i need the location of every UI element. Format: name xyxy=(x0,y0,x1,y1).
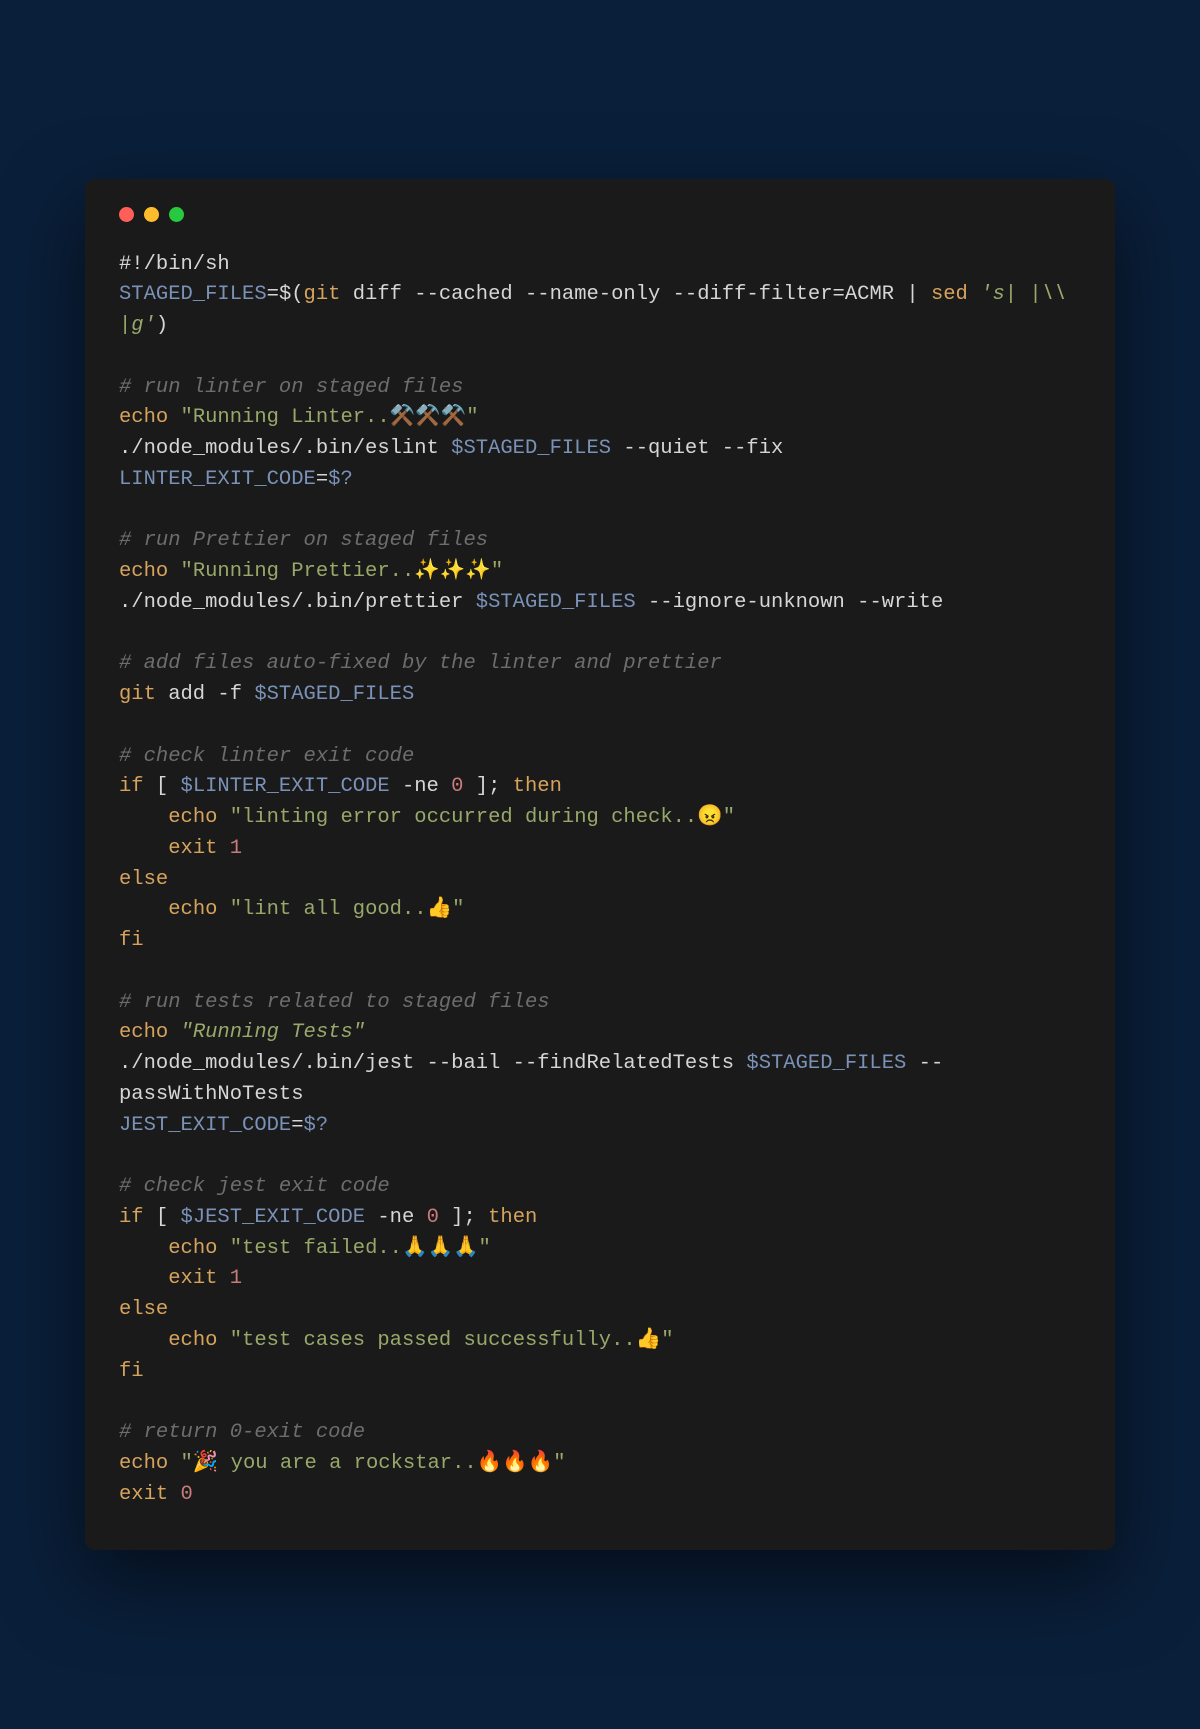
comment-prettier: # run Prettier on staged files xyxy=(119,529,488,552)
var-linter-exit: LINTER_EXIT_CODE xyxy=(119,468,316,491)
op-eq: = xyxy=(267,283,279,306)
eslint-path: ./node_modules/.bin/eslint xyxy=(119,437,451,460)
var-staged-ref: $STAGED_FILES xyxy=(254,683,414,706)
cmd-echo: echo xyxy=(168,1329,217,1352)
num-zero: 0 xyxy=(427,1206,439,1229)
kw-if: if xyxy=(119,775,144,798)
cmd-echo: echo xyxy=(119,1452,168,1475)
op-ne: -ne xyxy=(390,775,452,798)
cmd-echo: echo xyxy=(168,806,217,829)
comment-tests: # run tests related to staged files xyxy=(119,991,550,1014)
var-staged-ref: $STAGED_FILES xyxy=(451,437,611,460)
cmd-sed: sed xyxy=(931,283,968,306)
op-lbracket: [ xyxy=(144,775,181,798)
op-rbracket: ]; xyxy=(439,1206,488,1229)
terminal-window: #!/bin/sh STAGED_FILES=$(git diff --cach… xyxy=(85,179,1115,1551)
op-ne: -ne xyxy=(365,1206,427,1229)
op-eq: = xyxy=(316,468,328,491)
cmd-echo: echo xyxy=(119,1021,168,1044)
num-zero: 0 xyxy=(451,775,463,798)
num-zero: 0 xyxy=(181,1483,193,1506)
var-jest-exit: JEST_EXIT_CODE xyxy=(119,1114,291,1137)
close-icon[interactable] xyxy=(119,207,134,222)
var-qmark: $? xyxy=(304,1114,329,1137)
echo-lint-err: "linting error occurred during check..😠" xyxy=(230,806,735,829)
cmd-echo: echo xyxy=(168,1237,217,1260)
echo-tests: "Running Tests" xyxy=(181,1021,366,1044)
prettier-path: ./node_modules/.bin/prettier xyxy=(119,591,476,614)
kw-if: if xyxy=(119,1206,144,1229)
var-jest-exit-ref: $JEST_EXIT_CODE xyxy=(181,1206,366,1229)
cmd-exit: exit xyxy=(119,1483,168,1506)
kw-then: then xyxy=(513,775,562,798)
kw-else: else xyxy=(119,1298,168,1321)
num-one: 1 xyxy=(230,837,242,860)
var-staged: STAGED_FILES xyxy=(119,283,267,306)
git-diff-flags: diff --cached --name-only --diff-filter=… xyxy=(340,283,894,306)
comment-linter: # run linter on staged files xyxy=(119,376,463,399)
jest-path: ./node_modules/.bin/jest --bail --findRe… xyxy=(119,1052,746,1075)
op-pipe: | xyxy=(894,283,931,306)
op-close: ) xyxy=(156,314,168,337)
cmd-exit: exit xyxy=(168,837,217,860)
op-eq: = xyxy=(291,1114,303,1137)
comment-jest-exit: # check jest exit code xyxy=(119,1175,390,1198)
echo-linter: "Running Linter..⚒️⚒️⚒️" xyxy=(181,406,479,429)
var-staged-ref: $STAGED_FILES xyxy=(746,1052,906,1075)
echo-test-ok: "test cases passed successfully..👍" xyxy=(230,1329,674,1352)
var-staged-ref: $STAGED_FILES xyxy=(476,591,636,614)
op-rbracket: ]; xyxy=(463,775,512,798)
minimize-icon[interactable] xyxy=(144,207,159,222)
maximize-icon[interactable] xyxy=(169,207,184,222)
cmd-echo: echo xyxy=(119,560,168,583)
kw-fi: fi xyxy=(119,1360,144,1383)
num-one: 1 xyxy=(230,1267,242,1290)
cmd-echo: echo xyxy=(168,898,217,921)
var-linter-exit-ref: $LINTER_EXIT_CODE xyxy=(181,775,390,798)
echo-lint-ok: "lint all good..👍" xyxy=(230,898,465,921)
echo-rockstar: "🎉 you are a rockstar..🔥🔥🔥" xyxy=(181,1452,566,1475)
comment-add: # add files auto-fixed by the linter and… xyxy=(119,652,722,675)
eslint-flags: --quiet --fix xyxy=(611,437,783,460)
code-block: #!/bin/sh STAGED_FILES=$(git diff --cach… xyxy=(119,250,1081,1511)
prettier-flags: --ignore-unknown --write xyxy=(636,591,944,614)
echo-test-fail: "test failed..🙏🙏🙏" xyxy=(230,1237,491,1260)
kw-fi: fi xyxy=(119,929,144,952)
window-controls xyxy=(119,207,1081,222)
cmd-git: git xyxy=(119,683,156,706)
cmd-echo: echo xyxy=(119,406,168,429)
kw-then: then xyxy=(488,1206,537,1229)
shebang: #!/bin/sh xyxy=(119,253,230,276)
op-lbracket: [ xyxy=(144,1206,181,1229)
op-dollar-open: $( xyxy=(279,283,304,306)
var-qmark: $? xyxy=(328,468,353,491)
cmd-exit: exit xyxy=(168,1267,217,1290)
comment-return: # return 0-exit code xyxy=(119,1421,365,1444)
kw-else: else xyxy=(119,868,168,891)
cmd-git: git xyxy=(304,283,341,306)
git-add-flags: add -f xyxy=(156,683,254,706)
comment-lint-exit: # check linter exit code xyxy=(119,745,414,768)
echo-prettier: "Running Prettier..✨✨✨" xyxy=(181,560,504,583)
